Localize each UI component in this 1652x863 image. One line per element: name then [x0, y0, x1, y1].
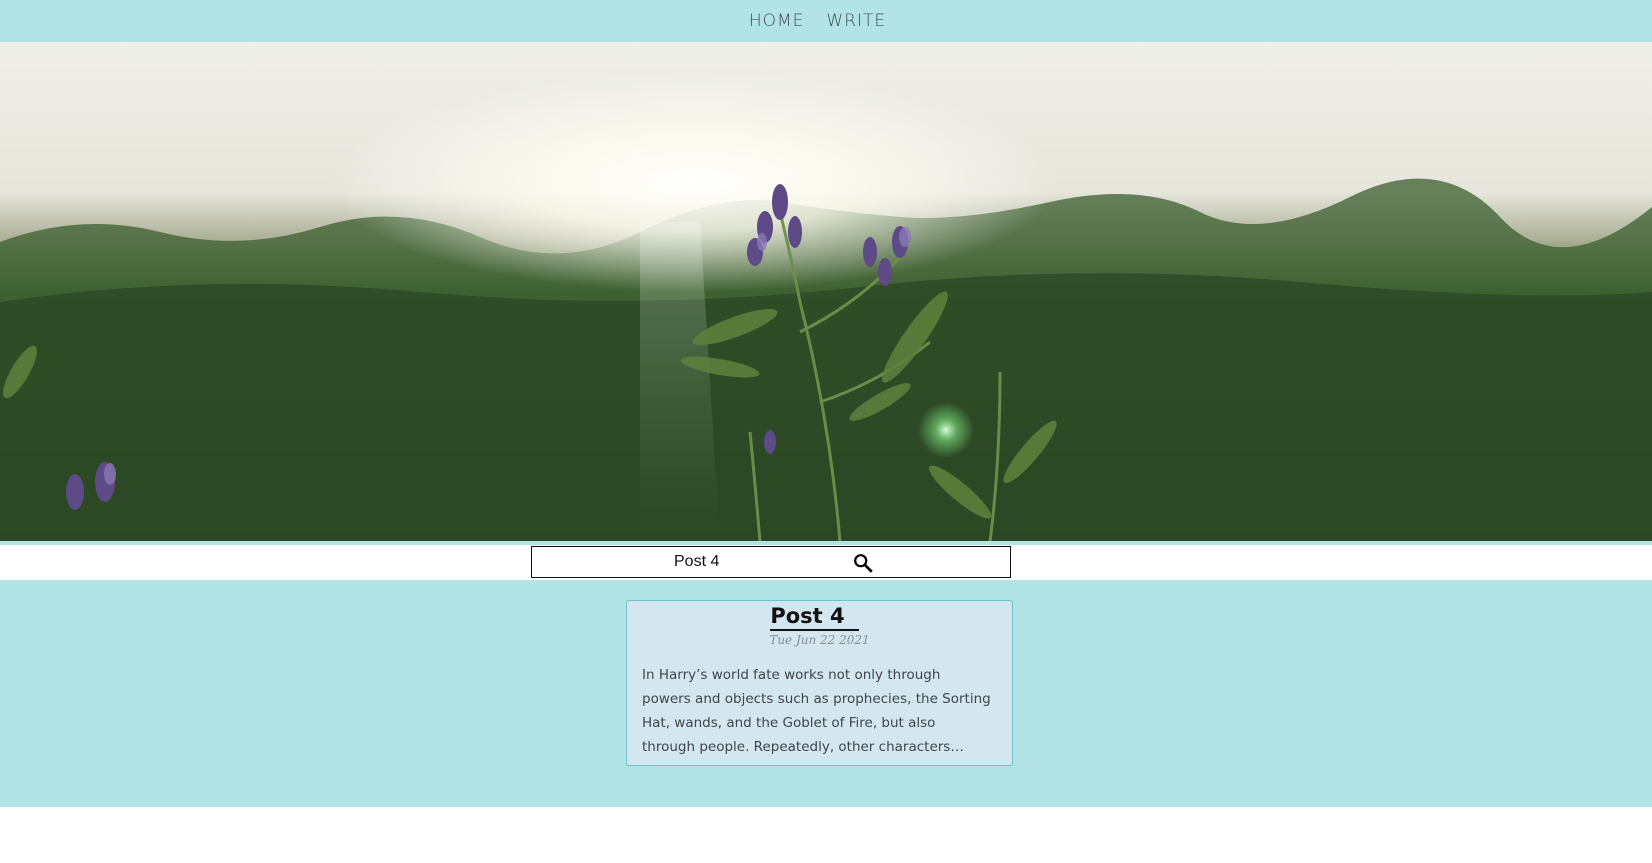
post-excerpt: In Harry’s world fate works not only thr… — [642, 667, 991, 755]
search-icon — [854, 554, 873, 573]
post-title[interactable]: Post 4 — [627, 603, 1012, 631]
hero-photo-flowers — [0, 42, 1652, 542]
top-navbar: HOME WRITE — [0, 0, 1652, 42]
post-date: Tue Jun 22 2021 — [769, 633, 870, 647]
nav-write-link[interactable]: WRITE — [826, 11, 886, 31]
search-button[interactable] — [852, 552, 874, 574]
post-title-text[interactable]: Post 4 — [770, 603, 859, 631]
search-results: Post 4 Tue Jun 22 2021 In Harry’s world … — [0, 580, 1652, 807]
main-nav: HOME WRITE — [749, 11, 886, 31]
post-card[interactable]: Post 4 Tue Jun 22 2021 In Harry’s world … — [626, 600, 1013, 766]
hero-divider — [0, 541, 1652, 545]
search-input[interactable] — [674, 552, 844, 572]
nav-home-link[interactable]: HOME — [749, 11, 805, 31]
search-bar — [531, 546, 1011, 578]
hero-image — [0, 42, 1652, 542]
